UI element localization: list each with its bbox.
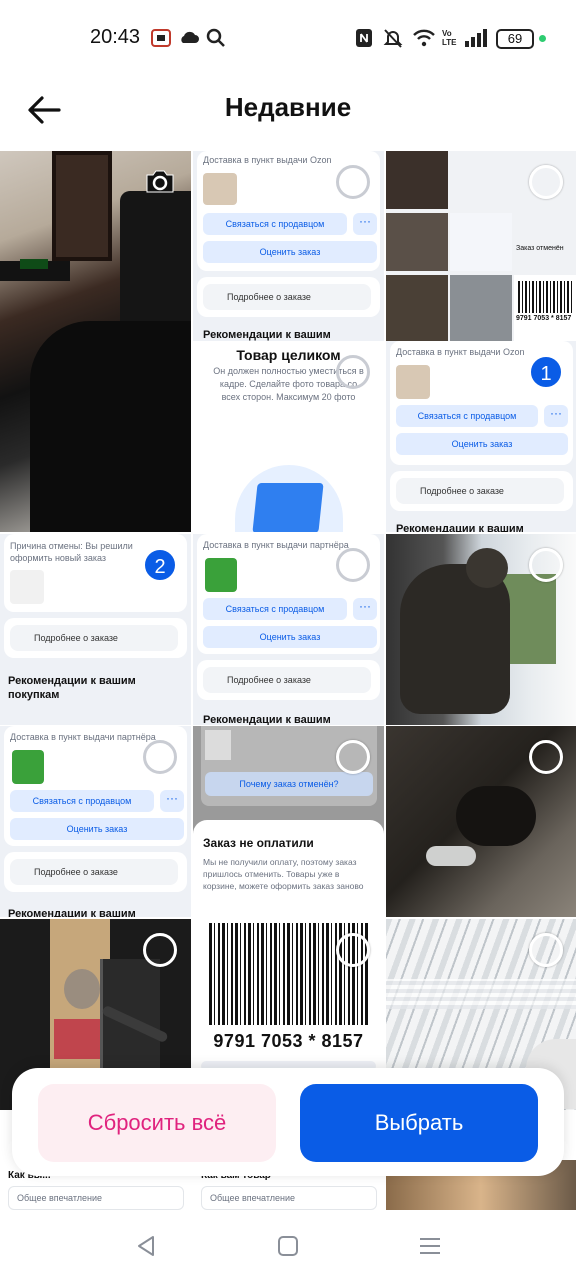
triangle-back-icon[interactable] <box>132 1232 160 1260</box>
media-tile[interactable]: Доставка в пункт выдачи Ozon Связаться с… <box>386 341 576 532</box>
select-circle[interactable] <box>336 165 370 199</box>
selection-badge[interactable]: 2 <box>143 548 177 582</box>
media-tile[interactable]: Доставка в пункт выдачи Ozon Связаться с… <box>193 151 384 342</box>
select-circle[interactable] <box>143 740 177 774</box>
action-sheet: Сбросить всё Выбрать <box>12 1068 564 1176</box>
select-circle[interactable] <box>529 933 563 967</box>
mute-icon <box>383 29 403 48</box>
status-time: 20:43 <box>90 26 141 48</box>
app-header: Недавние <box>0 78 576 150</box>
select-circle[interactable] <box>336 548 370 582</box>
media-tile[interactable]: Доставка в пункт выдачи партнёра Связать… <box>193 534 384 725</box>
volte-label: Vo LTE <box>442 29 457 47</box>
select-circle[interactable] <box>529 165 563 199</box>
menu-lines-icon[interactable] <box>416 1232 444 1260</box>
media-tile[interactable]: Доставка в пункт выдачи партнёра Связать… <box>0 726 191 917</box>
charging-dot <box>539 35 546 42</box>
select-circle[interactable] <box>529 548 563 582</box>
select-circle[interactable] <box>336 933 370 967</box>
status-bar: 20:43 Vo LTE 69 <box>0 0 576 78</box>
camera-icon <box>146 170 174 193</box>
media-tile[interactable] <box>386 534 576 725</box>
battery-indicator: 69 <box>496 29 534 49</box>
select-circle[interactable] <box>529 740 563 774</box>
media-tile[interactable]: Почему заказ отменён? Заказ не оплатили … <box>193 726 384 917</box>
nfc-icon <box>356 29 372 47</box>
screen: 20:43 Vo LTE 69 Недавние Доставка в пунк… <box>0 0 576 1280</box>
media-tile[interactable]: Причина отмены: Вы решили оформить новый… <box>0 534 191 725</box>
signal-icon <box>465 29 487 47</box>
selection-badge[interactable]: 1 <box>529 355 563 389</box>
square-home-icon[interactable] <box>274 1232 302 1260</box>
page-title: Недавние <box>224 92 352 122</box>
reset-all-button[interactable]: Сбросить всё <box>38 1084 276 1162</box>
system-nav-bar <box>0 1210 576 1280</box>
media-tile[interactable]: 9791 7053 * 8157 Заказ отменён <box>386 151 576 342</box>
cloud-icon <box>181 31 199 43</box>
notification-icon <box>151 29 171 47</box>
select-circle[interactable] <box>336 355 370 389</box>
camera-tile[interactable] <box>0 151 191 532</box>
choose-button[interactable]: Выбрать <box>300 1084 538 1162</box>
select-circle[interactable] <box>336 740 370 774</box>
search-icon <box>206 28 225 47</box>
select-circle[interactable] <box>143 933 177 967</box>
media-tile[interactable]: Товар целиком Он должен полностью умести… <box>193 341 384 532</box>
wifi-icon <box>413 29 435 47</box>
media-tile[interactable] <box>386 726 576 917</box>
